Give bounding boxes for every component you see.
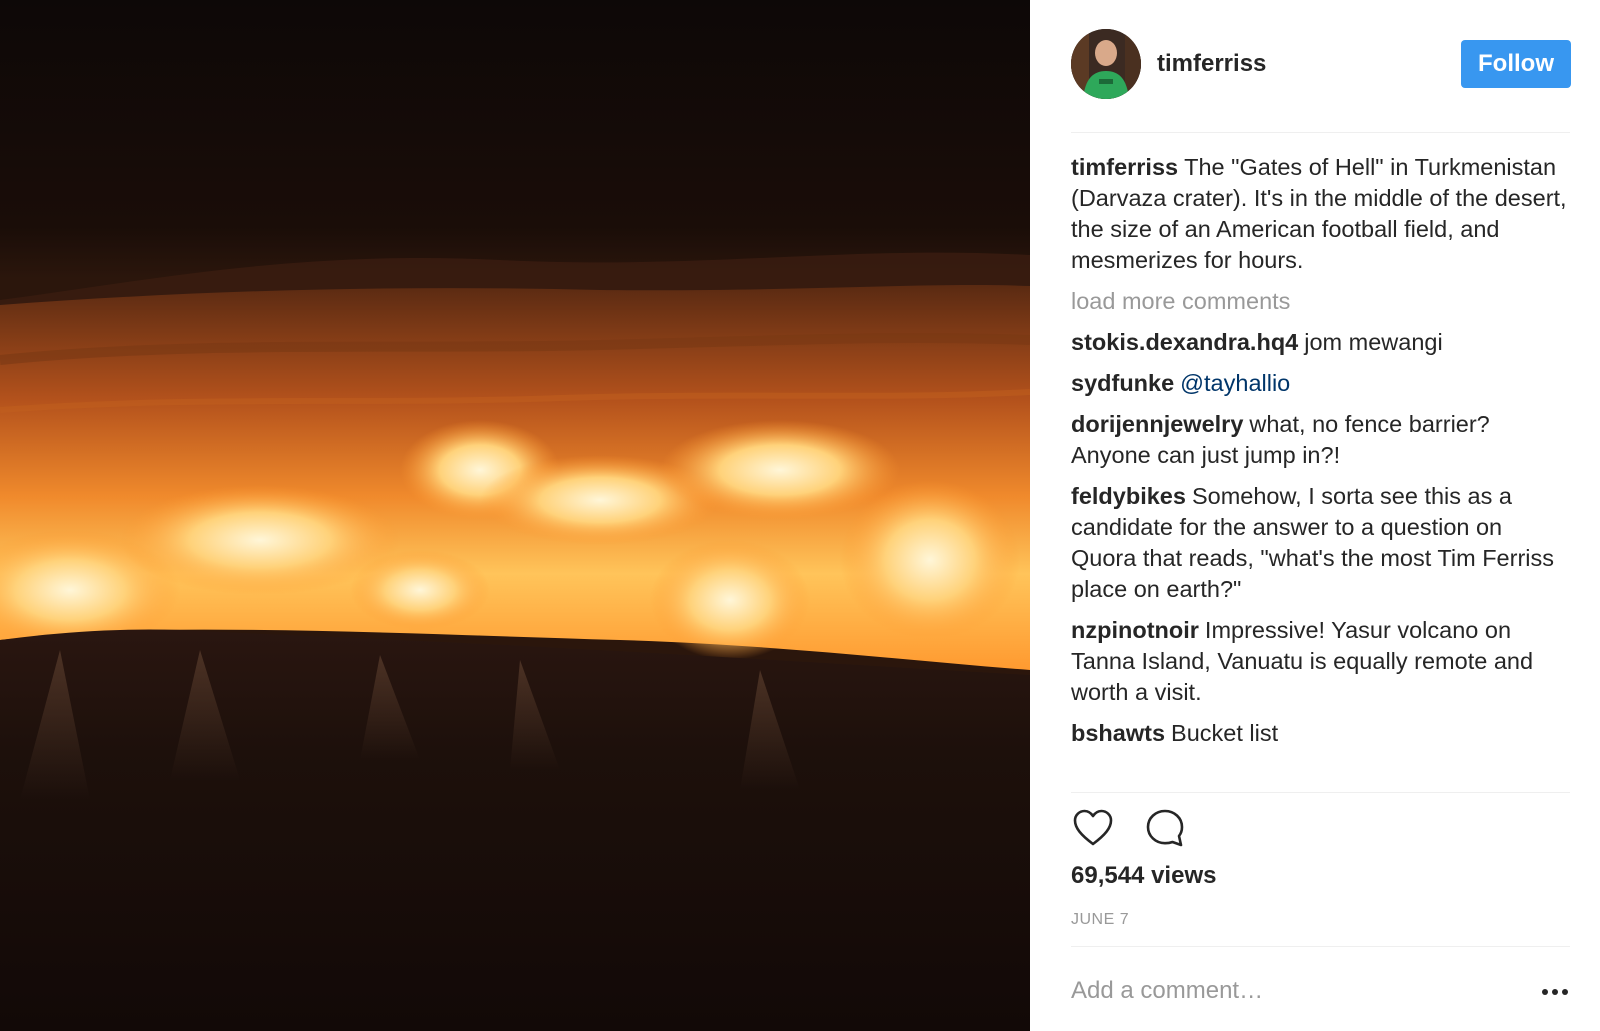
comment-text: jom mewangi (1304, 329, 1443, 355)
comment-author[interactable]: dorijennjewelry (1071, 411, 1243, 437)
list-item: dorijennjewelry what, no fence barrier? A… (1071, 409, 1570, 471)
list-item: bshawts Bucket list (1071, 718, 1570, 749)
avatar-image (1071, 29, 1141, 99)
comment-author[interactable]: stokis.dexandra.hq4 (1071, 329, 1298, 355)
comments-list: timferriss The "Gates of Hell" in Turkmen… (1071, 152, 1570, 792)
more-options-icon[interactable] (1540, 985, 1570, 999)
comment-author[interactable]: sydfunke (1071, 370, 1174, 396)
comment-author[interactable]: bshawts (1071, 720, 1165, 746)
heart-icon[interactable] (1071, 806, 1115, 850)
comment-author[interactable]: feldybikes (1071, 483, 1186, 509)
comment-text: Bucket list (1171, 720, 1279, 746)
comment-icon[interactable] (1143, 806, 1187, 850)
list-item: feldybikes Somehow, I sorta see this as a… (1071, 481, 1570, 605)
post-caption: timferriss The "Gates of Hell" in Turkmen… (1071, 152, 1570, 276)
load-more-comments-link[interactable]: load more comments (1071, 286, 1570, 317)
crater-fire-image (0, 0, 1030, 1031)
post-actions (1071, 806, 1187, 850)
list-item: nzpinotnoir Impressive! Yasur volcano on … (1071, 615, 1570, 708)
post-video[interactable] (0, 0, 1030, 1031)
comment-author[interactable]: nzpinotnoir (1071, 617, 1199, 643)
list-item: sydfunke @tayhallio (1071, 368, 1570, 399)
comments-divider (1071, 792, 1570, 793)
follow-button[interactable]: Follow (1461, 40, 1571, 88)
view-count[interactable]: 69,544 views (1071, 862, 1216, 890)
avatar[interactable] (1071, 29, 1141, 99)
add-comment-input[interactable]: Add a comment… (1071, 977, 1263, 1005)
post-author-username[interactable]: timferriss (1157, 50, 1266, 78)
post-side-panel: timferriss Follow timferriss The "Gates o… (1030, 0, 1600, 1031)
comment-mention-link[interactable]: @tayhallio (1180, 370, 1290, 396)
header-divider (1071, 132, 1570, 133)
caption-author[interactable]: timferriss (1071, 154, 1178, 180)
post-date[interactable]: JUNE 7 (1071, 911, 1129, 929)
list-item: stokis.dexandra.hq4 jom mewangi (1071, 327, 1570, 358)
instagram-post: timferriss Follow timferriss The "Gates o… (0, 0, 1600, 1031)
post-header: timferriss Follow (1071, 29, 1571, 99)
footer-divider (1071, 946, 1570, 947)
